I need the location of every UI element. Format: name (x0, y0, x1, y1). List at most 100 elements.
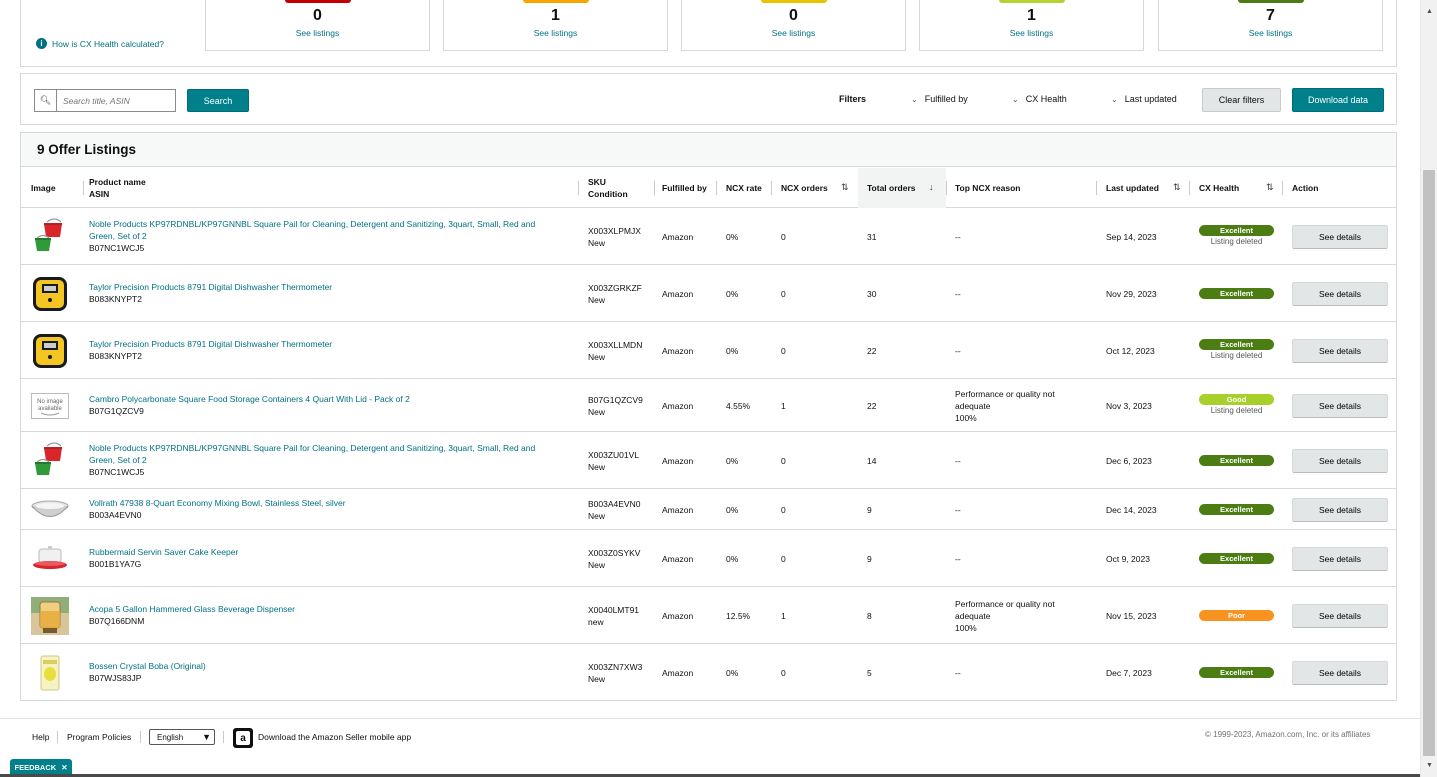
sort-descending-icon[interactable]: ↓ (929, 182, 934, 192)
see-listings-link[interactable]: See listings (444, 28, 667, 38)
close-icon[interactable]: ✕ (61, 763, 67, 772)
product-name-link[interactable]: Cambro Polycarbonate Square Food Storage… (89, 393, 559, 405)
col-cx-health[interactable]: CX Health (1199, 168, 1239, 208)
ncx-rate-value: 12.5% (726, 610, 751, 621)
summary-card-fair: 0 See listings (681, 0, 906, 51)
product-name-link[interactable]: Taylor Precision Products 8791 Digital D… (89, 338, 559, 350)
cx-health-cell: Poor (1199, 609, 1274, 621)
ncx-reason-text: -- (955, 345, 961, 356)
bowl-icon (31, 491, 69, 529)
col-divider (578, 181, 579, 195)
sort-icon[interactable]: ⇅ (1266, 182, 1274, 193)
search-button[interactable]: Search (187, 89, 249, 112)
cx-health-badge: Excellent (1199, 552, 1274, 564)
see-details-button[interactable]: See details (1292, 224, 1388, 249)
cx-health-cell: Excellent Listing deleted (1199, 224, 1274, 248)
ncx-rate-value: 4.55% (726, 400, 751, 411)
condition-value: New (588, 406, 606, 417)
product-name-link[interactable]: Noble Products KP97RDNBL/KP97GNNBL Squar… (89, 442, 559, 454)
see-details-button[interactable]: See details (1292, 497, 1388, 522)
scroll-up-arrow-icon[interactable]: ▲ (1421, 4, 1437, 18)
listings-count-title: 9 Offer Listings (21, 133, 1396, 167)
col-divider (1096, 181, 1097, 195)
last-updated-value: Dec 14, 2023 (1106, 504, 1157, 515)
chevron-down-icon: ⌄ (1012, 94, 1019, 104)
see-details-button[interactable]: See details (1292, 393, 1388, 418)
see-details-button[interactable]: See details (1292, 281, 1388, 306)
ncx-rate-value: 0% (726, 504, 739, 515)
product-name-link[interactable]: Taylor Precision Products 8791 Digital D… (89, 281, 559, 293)
summary-card-very-poor: 0 See listings (205, 0, 430, 51)
last-updated-filter[interactable]: ⌄ Last updated (1111, 94, 1177, 104)
cx-health-filter[interactable]: ⌄ CX Health (1012, 94, 1067, 104)
see-details-button[interactable]: See details (1292, 448, 1388, 473)
scrollbar-thumb[interactable] (1423, 170, 1435, 756)
sku-cell: B07G1QZCV9 New (588, 394, 643, 418)
col-divider (771, 181, 772, 195)
ncx-rate-value: 0% (726, 288, 739, 299)
search-input[interactable] (57, 90, 175, 111)
download-data-button[interactable]: Download data (1292, 88, 1384, 112)
top-ncx-reason-cell: -- (955, 231, 1085, 243)
program-policies-link[interactable]: Program Policies (67, 732, 131, 742)
see-details-button[interactable]: See details (1292, 660, 1388, 685)
download-app-link[interactable]: Download the Amazon Seller mobile app (258, 732, 411, 742)
feedback-button[interactable]: FEEDBACK ✕ (10, 759, 72, 775)
col-ncx-orders[interactable]: NCX orders (781, 168, 828, 208)
sort-icon[interactable]: ⇅ (1173, 182, 1181, 193)
scrollbar[interactable]: ▲ ▼ (1420, 0, 1437, 777)
product-asin: B083KNYPT2 (89, 293, 142, 304)
see-listings-link[interactable]: See listings (1159, 28, 1382, 38)
amazon-seller-app-icon[interactable]: a (233, 728, 253, 748)
ncx-reason-text: -- (955, 455, 961, 466)
ncx-reason-percent: 100% (955, 622, 977, 633)
fulfilled-by-filter[interactable]: ⌄ Fulfilled by (911, 94, 968, 104)
see-listings-link[interactable]: See listings (920, 28, 1143, 38)
product-name-link[interactable]: Rubbermaid Servin Saver Cake Keeper (89, 546, 559, 558)
scroll-down-arrow-icon[interactable]: ▼ (1421, 758, 1437, 772)
see-details-button[interactable]: See details (1292, 603, 1388, 628)
sku-cell: X0040LMT91 new (588, 604, 639, 628)
cx-health-help-link[interactable]: i How is CX Health calculated? (36, 38, 164, 49)
col-divider (1282, 181, 1283, 195)
product-name-link[interactable]: Acopa 5 Gallon Hammered Glass Beverage D… (89, 603, 559, 615)
see-details-button[interactable]: See details (1292, 546, 1388, 571)
condition-value: New (588, 510, 606, 521)
boba-bag-icon (31, 654, 69, 692)
col-last-updated[interactable]: Last updated (1106, 168, 1159, 208)
ncx-orders-value: 1 (781, 400, 786, 411)
sort-icon[interactable]: ⇅ (841, 182, 849, 193)
language-select[interactable]: English ▼ (149, 729, 215, 745)
condition-value: new (588, 616, 604, 627)
cx-health-badge: Good (1199, 393, 1274, 405)
table-row: Vollrath 47938 8-Quart Economy Mixing Bo… (21, 489, 1396, 530)
info-icon: i (36, 38, 47, 49)
last-updated-value: Dec 6, 2023 (1106, 455, 1152, 466)
see-listings-link[interactable]: See listings (206, 28, 429, 38)
card-color-bar (999, 0, 1065, 3)
see-details-button[interactable]: See details (1292, 338, 1388, 363)
top-ncx-reason-cell: -- (955, 504, 1085, 516)
sku-value: X003ZU01VL (588, 449, 640, 460)
product-name-link-cont[interactable]: Green, Set of 2 (89, 454, 559, 466)
condition-value: New (588, 559, 606, 570)
see-listings-link[interactable]: See listings (682, 28, 905, 38)
clear-filters-button[interactable]: Clear filters (1202, 88, 1281, 112)
product-name-link[interactable]: Bossen Crystal Boba (Original) (89, 660, 559, 672)
footer-divider (140, 731, 141, 743)
top-ncx-reason-cell: -- (955, 667, 1085, 679)
last-updated-value: Oct 9, 2023 (1106, 553, 1150, 564)
col-action: Action (1292, 183, 1319, 193)
product-asin: B07WJS83JP (89, 672, 142, 683)
card-color-bar (285, 0, 351, 3)
table-header: Image Product name ASIN SKU Condition Fu… (21, 168, 1396, 208)
help-link[interactable]: Help (32, 732, 49, 742)
condition-value: New (588, 294, 606, 305)
product-name-link-cont[interactable]: Green, Set of 2 (89, 230, 559, 242)
product-name-link[interactable]: Noble Products KP97RDNBL/KP97GNNBL Squar… (89, 218, 559, 230)
offer-listings-panel: 9 Offer Listings Image Product name ASIN… (20, 132, 1397, 701)
col-fulfilled-by: Fulfilled by (662, 183, 707, 193)
product-name-link[interactable]: Vollrath 47938 8-Quart Economy Mixing Bo… (89, 497, 559, 509)
ncx-reason-text: -- (955, 553, 961, 564)
product-asin: B001B1YA7G (89, 558, 142, 569)
